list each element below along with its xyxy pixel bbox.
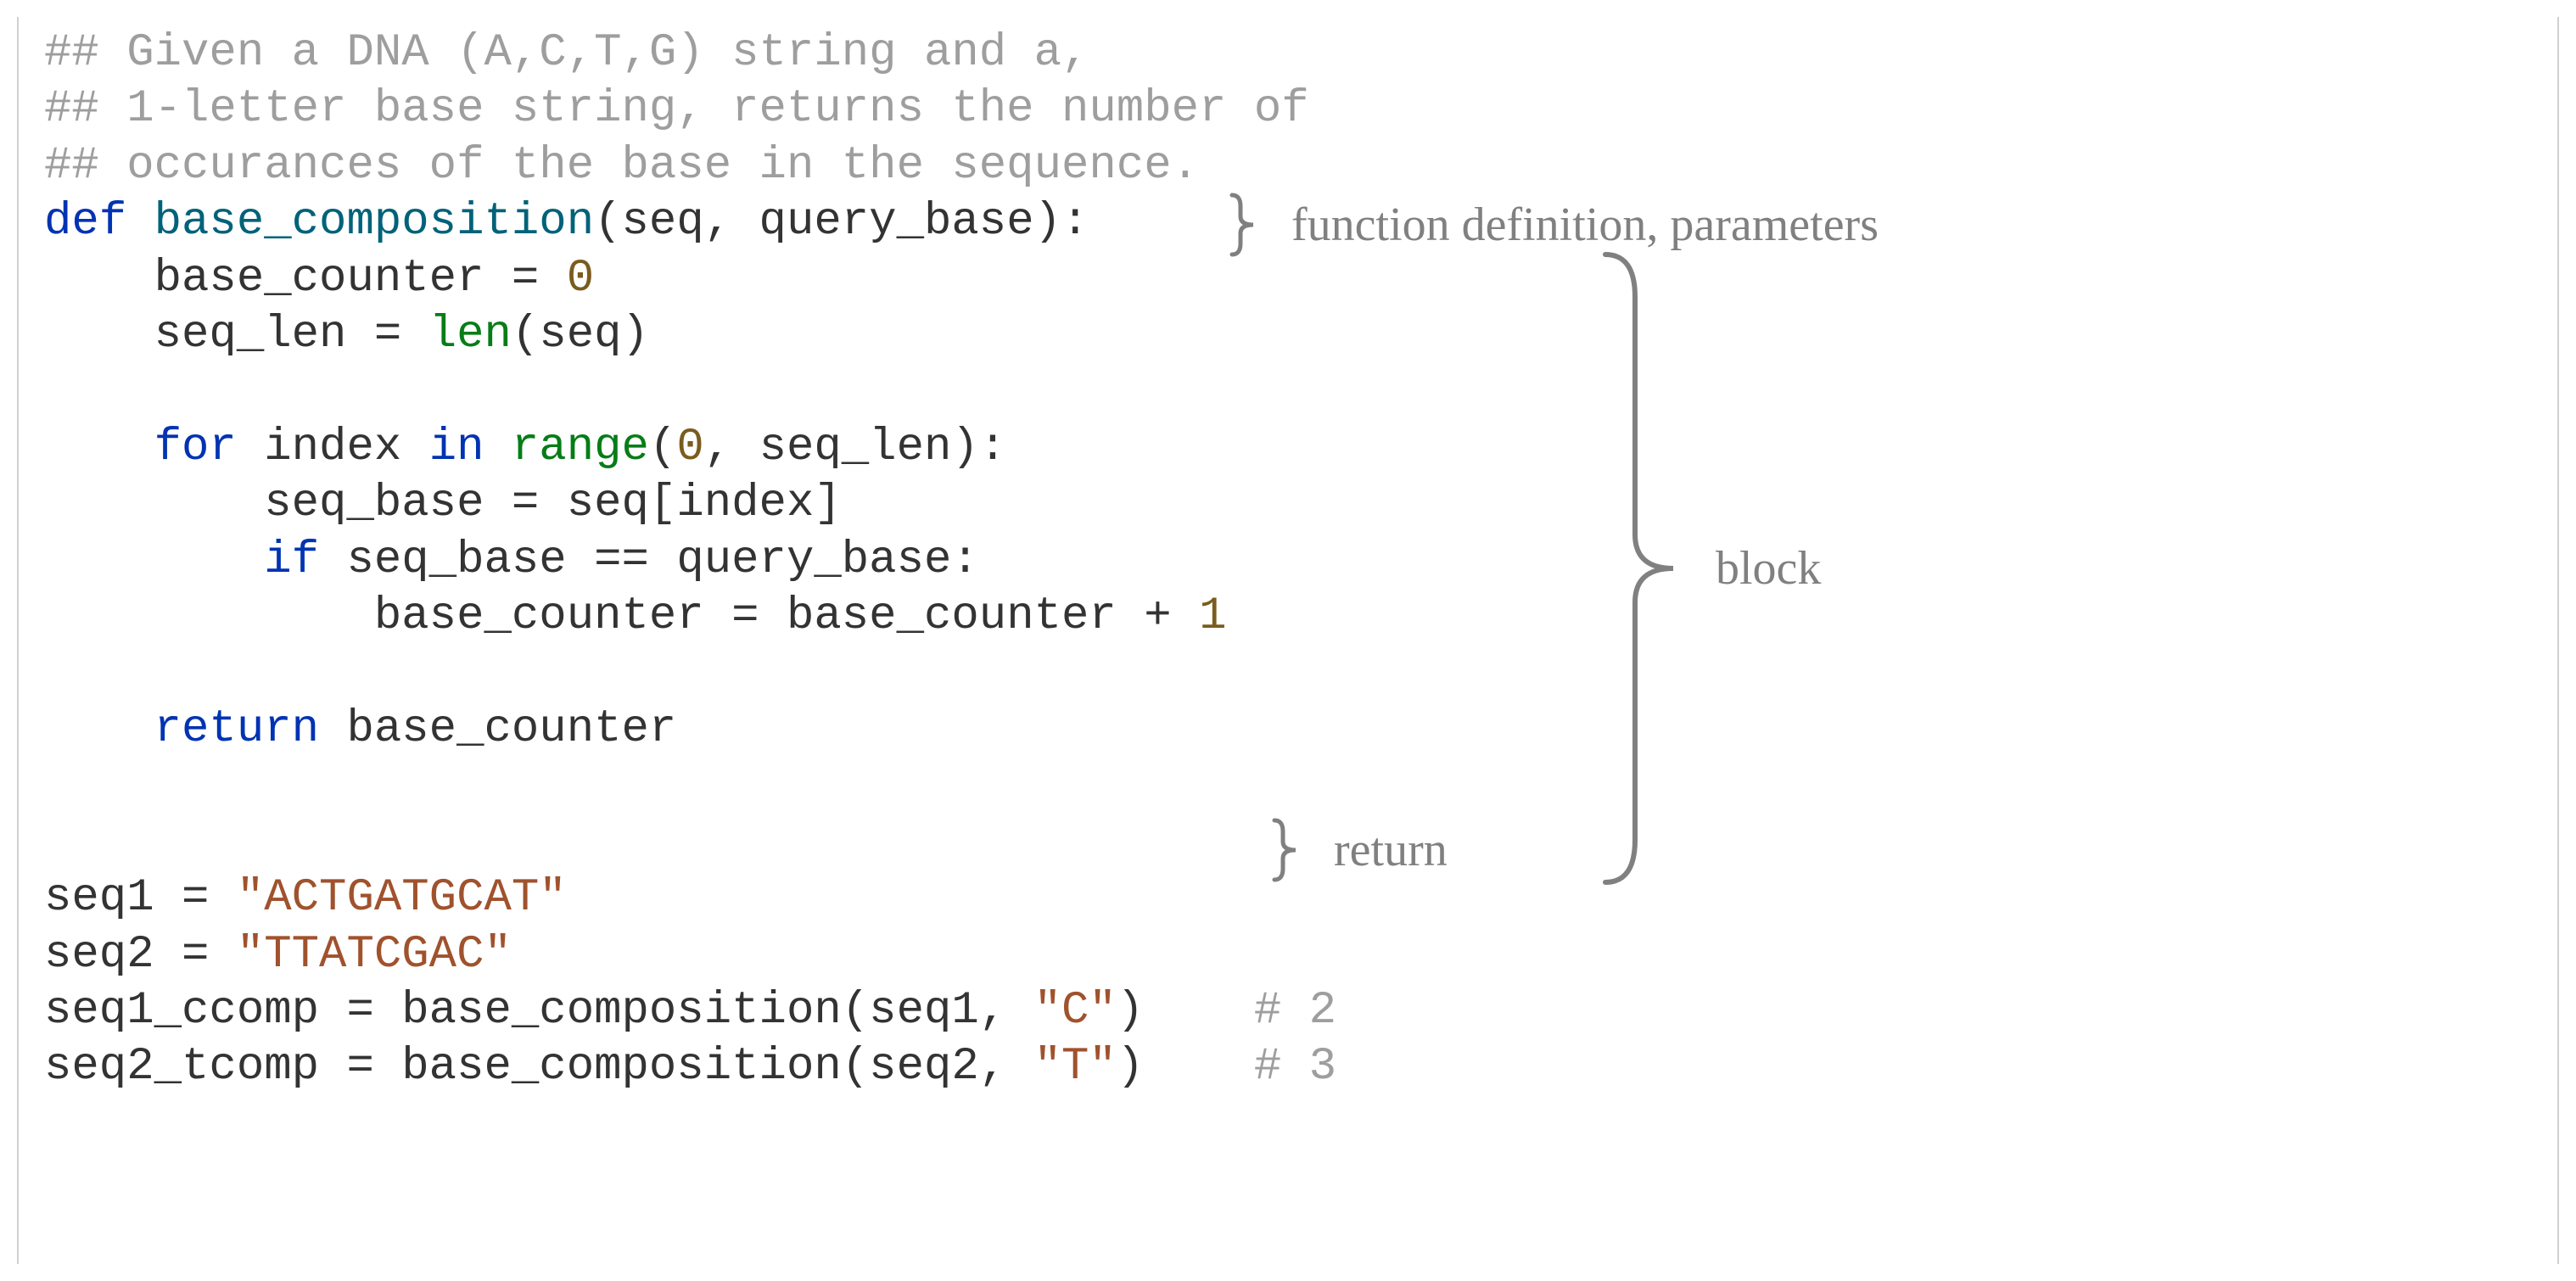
if-keyword: if [264, 534, 319, 586]
comment-line: ## occurances of the base in the sequenc… [44, 140, 1199, 192]
result-comment: # 2 [1254, 985, 1336, 1037]
number-literal: 0 [567, 253, 594, 305]
result-comment: # 3 [1254, 1041, 1336, 1093]
param: seq [622, 196, 704, 248]
def-keyword: def [44, 196, 126, 248]
var: base_counter [154, 253, 484, 305]
code-figure: ## Given a DNA (A,C,T,G) string and a, #… [17, 17, 2559, 1264]
var: seq2_tcomp [44, 1041, 319, 1093]
var: seq1 [44, 872, 154, 924]
var: seq1_ccomp [44, 985, 319, 1037]
string-literal: "TTATCGAC" [237, 929, 512, 981]
builtin-fn: len [429, 309, 512, 361]
var: seq_len [154, 309, 347, 361]
var: seq2 [44, 929, 154, 981]
loop-var: index [264, 422, 401, 473]
code-block: ## Given a DNA (A,C,T,G) string and a, #… [44, 25, 2532, 1096]
string-literal: "ACTGATGCAT" [237, 872, 567, 924]
for-keyword: for [154, 422, 237, 473]
var: seq_base [264, 478, 484, 529]
comment-line: ## 1-letter base string, returns the num… [44, 83, 1309, 135]
comment-line: ## Given a DNA (A,C,T,G) string and a, [44, 27, 1089, 79]
builtin-fn: range [512, 422, 649, 473]
param: query_base [759, 196, 1034, 248]
return-keyword: return [154, 703, 319, 755]
in-keyword: in [429, 422, 484, 473]
function-name: base_composition [154, 196, 594, 248]
